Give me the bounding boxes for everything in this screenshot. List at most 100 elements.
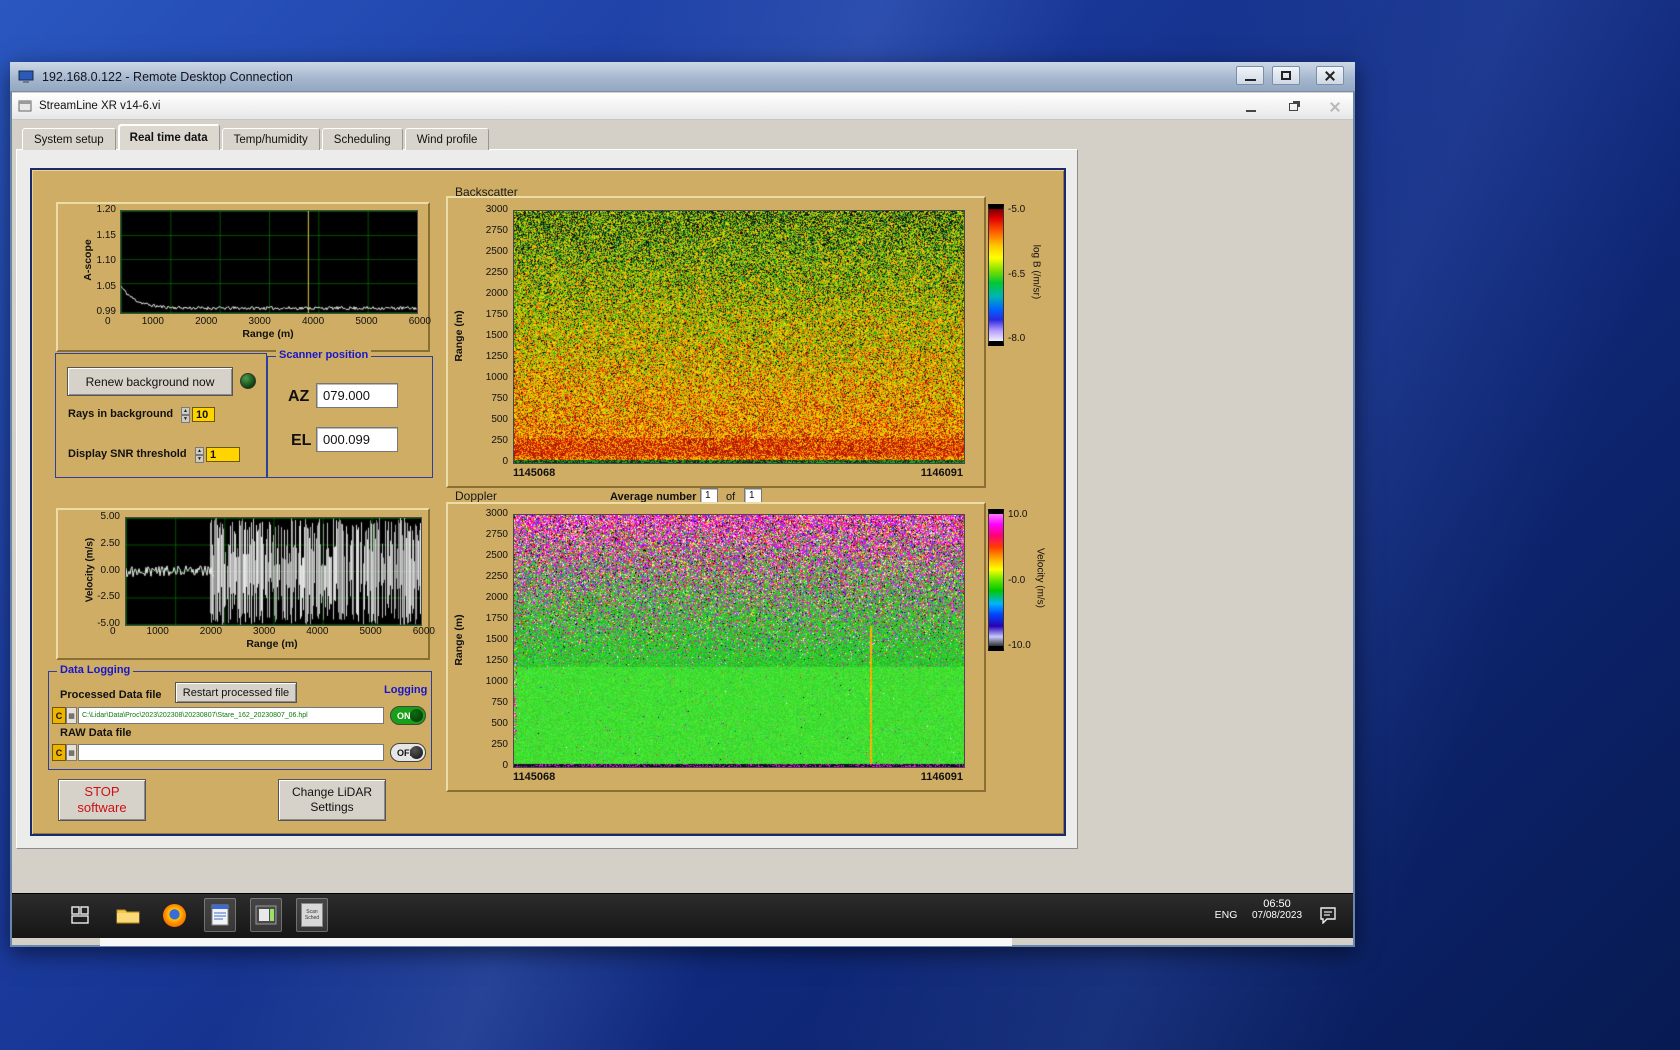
- snr-spinner[interactable]: ▲ ▼: [195, 447, 204, 463]
- doppler-title: Doppler: [455, 489, 498, 503]
- vi-close-button[interactable]: [1320, 98, 1350, 116]
- velocity-y-ticks: 5.00 2.50 0.00 -2.50 -5.00: [88, 511, 120, 630]
- notification-center-button[interactable]: [1312, 898, 1344, 932]
- doppler-plot: [513, 514, 965, 768]
- az-field[interactable]: 079.000: [316, 383, 398, 408]
- doppler-y-axis-label: Range (m): [453, 614, 465, 666]
- velocity-plot: [125, 517, 422, 626]
- stop-line1: STOP: [84, 784, 120, 799]
- change-line1: Change LiDAR: [291, 785, 373, 799]
- raw-logging-toggle[interactable]: OFF: [390, 743, 426, 762]
- tick-label: -6.5: [1008, 268, 1026, 280]
- stop-software-button[interactable]: STOP software: [58, 779, 146, 821]
- rdp-titlebar[interactable]: 192.168.0.122 - Remote Desktop Connectio…: [10, 62, 1355, 92]
- tick-label: 2250: [485, 571, 508, 582]
- close-icon: [1324, 70, 1336, 82]
- taskbar-open-window-strip[interactable]: [100, 938, 1012, 946]
- tab-wind-profile[interactable]: Wind profile: [404, 128, 490, 150]
- minimize-icon: [1246, 109, 1256, 112]
- el-field[interactable]: 000.099: [316, 427, 398, 452]
- processed-drive-box[interactable]: C: [52, 707, 66, 724]
- tab-temp-humidity[interactable]: Temp/humidity: [221, 128, 320, 150]
- ascope-plot: [120, 210, 418, 314]
- tick-label: -8.0: [1008, 333, 1026, 344]
- rdp-maximize-button[interactable]: [1272, 66, 1300, 85]
- tick-label: 2000: [195, 316, 218, 327]
- vi-app-icon: [18, 100, 32, 112]
- file-explorer-button[interactable]: [112, 898, 144, 932]
- tick-label: 1000: [141, 316, 164, 327]
- tick-label: 3000: [485, 508, 508, 519]
- tick-label: 5.00: [100, 511, 120, 522]
- snr-threshold-label: Display SNR threshold: [68, 448, 187, 460]
- tick-label: 1000: [146, 626, 169, 637]
- task-view-button[interactable]: [64, 898, 96, 932]
- el-label: EL: [291, 432, 312, 449]
- rays-spinner[interactable]: ▲ ▼: [181, 407, 190, 423]
- vi-minimize-button[interactable]: [1236, 98, 1266, 116]
- rdp-minimize-button[interactable]: [1236, 66, 1264, 85]
- raw-data-file-field[interactable]: [78, 744, 384, 761]
- change-lidar-settings-button[interactable]: Change LiDAR Settings: [278, 779, 386, 821]
- restart-processed-file-button[interactable]: Restart processed file: [175, 682, 297, 703]
- tick-label: 250: [491, 435, 508, 446]
- notepad-button[interactable]: [204, 898, 236, 932]
- tick-label: 500: [491, 414, 508, 425]
- backscatter-colorbar-ticks: -5.0 -6.5 -8.0: [1008, 204, 1025, 344]
- backscatter-x-end: 1146091: [920, 467, 963, 479]
- processed-data-file-field[interactable]: C:\Lidar\Data\Proc\2023\202308\20230807\…: [78, 707, 384, 724]
- rays-in-background-field[interactable]: 10: [192, 407, 215, 422]
- language-indicator[interactable]: ENG: [1210, 902, 1242, 928]
- notification-icon: [1320, 907, 1336, 924]
- tab-system-setup[interactable]: System setup: [22, 128, 116, 150]
- tick-label: 1750: [485, 309, 508, 320]
- minimize-icon: [1244, 78, 1256, 81]
- restart-processed-file-label: Restart processed file: [182, 686, 290, 699]
- tick-label: 3000: [485, 204, 508, 215]
- rdp-close-button[interactable]: [1316, 66, 1344, 85]
- scan-sched-line2: Sched: [304, 915, 320, 921]
- folder-icon: [116, 909, 140, 924]
- rays-in-background-label: Rays in background: [68, 408, 174, 420]
- processed-logging-toggle[interactable]: ON: [390, 706, 426, 725]
- average-total-field[interactable]: 1: [744, 488, 762, 503]
- data-logging-title: Data Logging: [57, 664, 134, 676]
- snr-threshold-field[interactable]: 1: [206, 447, 240, 462]
- tick-label: 3000: [253, 626, 276, 637]
- tick-label: 500: [491, 718, 508, 729]
- average-number-field[interactable]: 1: [700, 488, 718, 503]
- toggle-on-label: ON: [397, 710, 411, 721]
- backscatter-plot: [513, 210, 965, 464]
- tab-bar: System setup Real time data Temp/humidit…: [22, 124, 491, 150]
- firefox-button[interactable]: [158, 898, 190, 932]
- task-view-icon: [71, 906, 89, 924]
- vi-titlebar[interactable]: StreamLine XR v14-6.vi: [12, 93, 1353, 120]
- tick-label: 1500: [485, 634, 508, 645]
- tab-real-time-data[interactable]: Real time data: [117, 124, 220, 150]
- tab-scheduling[interactable]: Scheduling: [321, 128, 403, 150]
- doppler-colorbar-label: Velocity (m/s): [1034, 547, 1046, 609]
- background-status-led: [240, 373, 256, 389]
- processed-data-file-label: Processed Data file: [60, 689, 162, 701]
- ascope-x-axis-label: Range (m): [242, 328, 294, 340]
- tick-label: 1500: [485, 330, 508, 341]
- tick-label: 5000: [355, 316, 378, 327]
- app-window-button[interactable]: [250, 898, 282, 932]
- tick-label: 10.0: [1008, 509, 1028, 520]
- taskbar-clock[interactable]: 06:50 07/08/2023: [1244, 898, 1310, 921]
- tick-label: 3000: [248, 316, 271, 327]
- tick-label: 6000: [408, 316, 431, 327]
- scan-scheduler-button[interactable]: Scan Sched: [296, 898, 328, 932]
- app-window-icon: [255, 905, 277, 925]
- ascope-x-ticks: 0 1000 2000 3000 4000 5000 6000: [105, 316, 431, 327]
- tick-label: -5.0: [1008, 204, 1026, 215]
- backscatter-colorbar: [988, 204, 1004, 346]
- doppler-x-ticks: 1145068 1146091: [513, 771, 963, 783]
- processed-browse-button[interactable]: ▦: [66, 707, 77, 724]
- close-icon: [1329, 101, 1341, 113]
- vi-restore-button[interactable]: [1278, 98, 1308, 116]
- logging-label: Logging: [384, 684, 428, 696]
- raw-browse-button[interactable]: ▦: [66, 744, 77, 761]
- raw-drive-box[interactable]: C: [52, 744, 66, 761]
- renew-background-button[interactable]: Renew background now: [67, 367, 233, 396]
